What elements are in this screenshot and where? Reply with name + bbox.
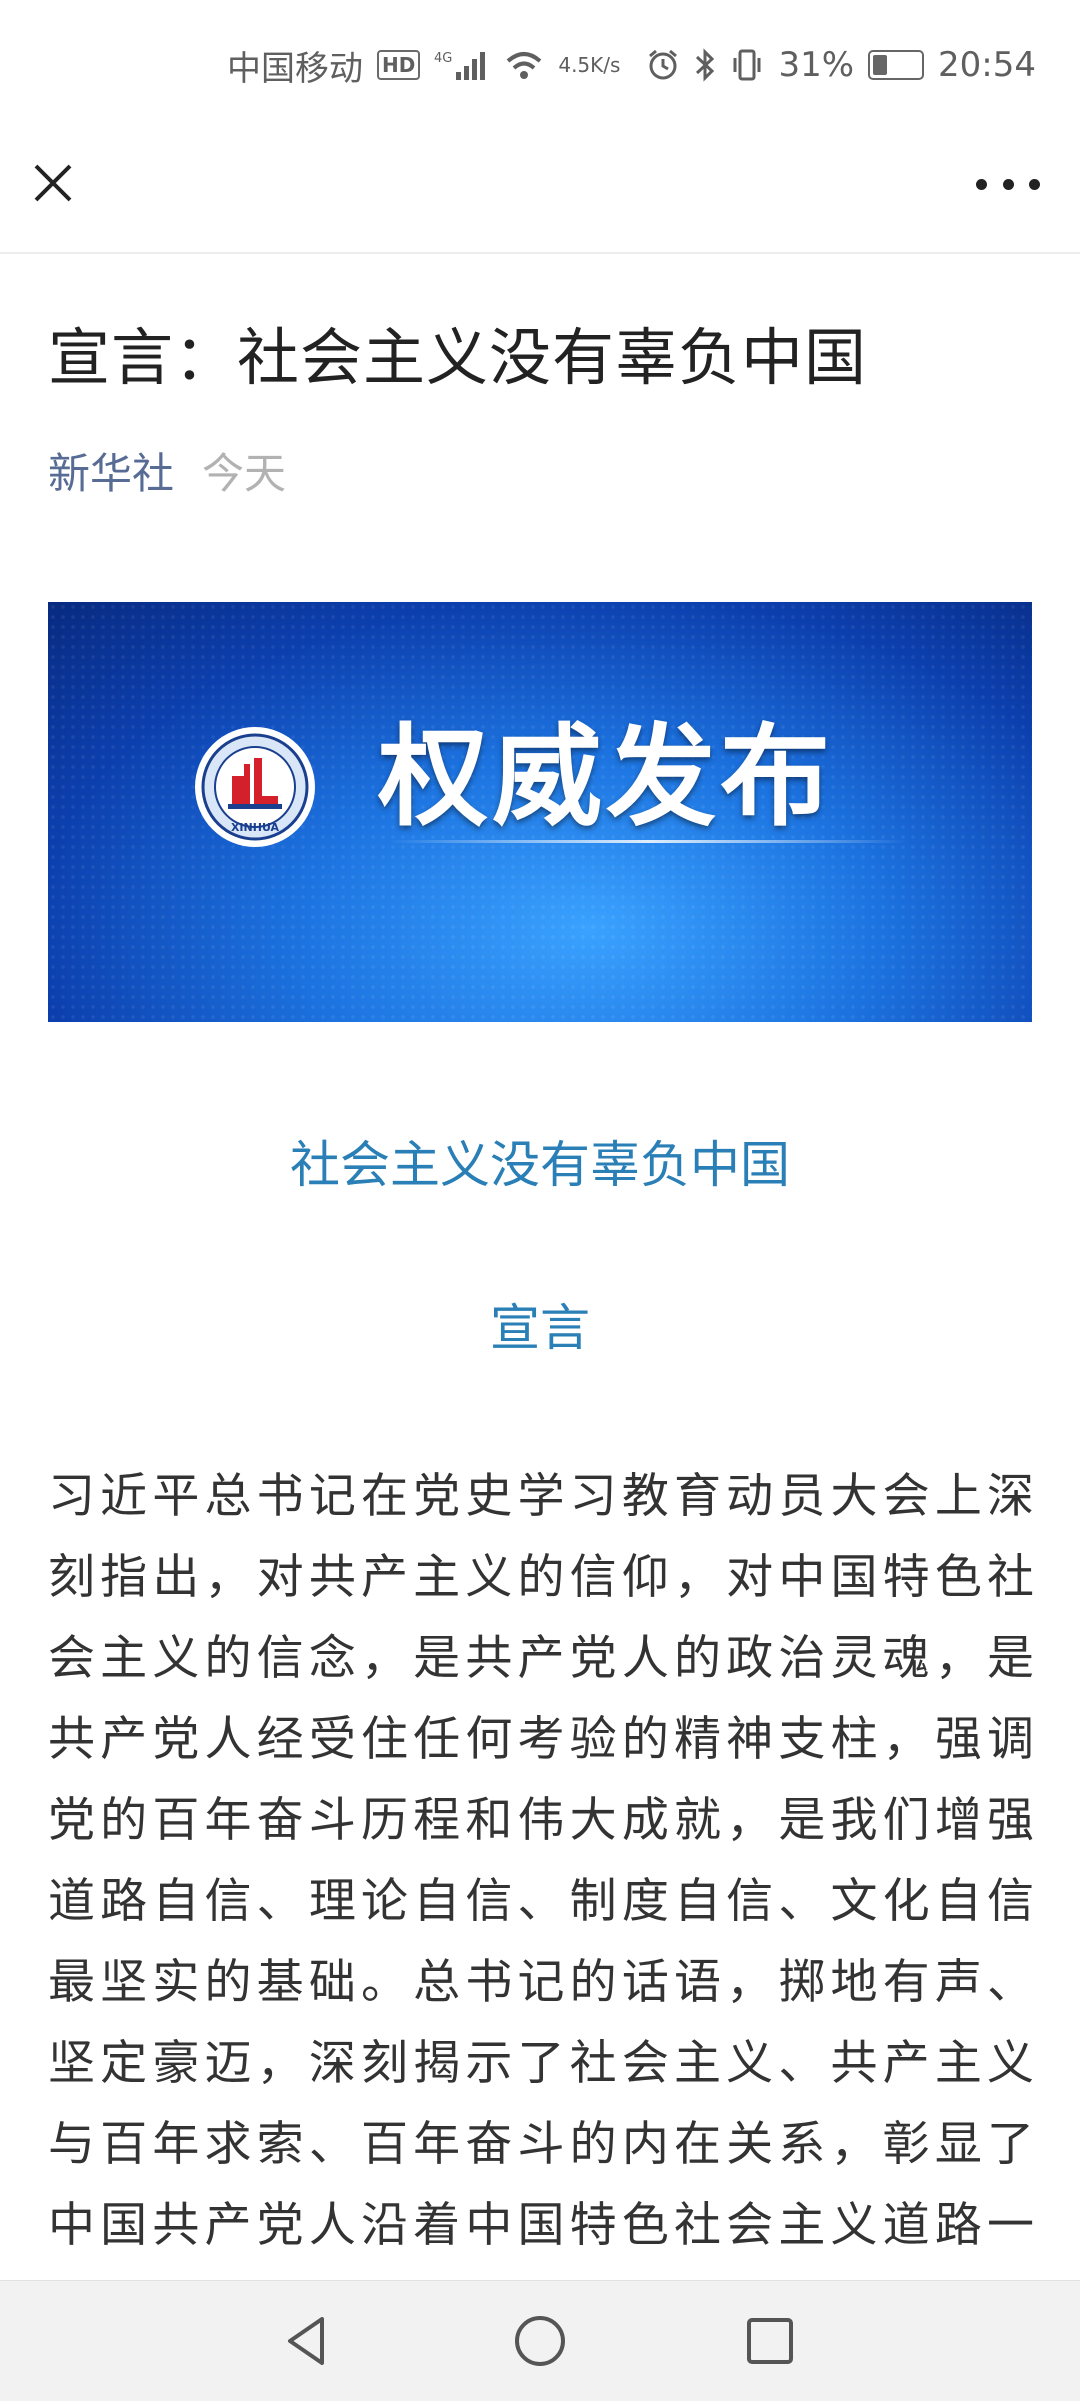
top-nav-bar (0, 130, 1080, 254)
vibrate-icon (730, 48, 764, 82)
article-body: 习近平总书记在党史学习教育动员大会上深刻指出，对共产主义的信仰，对中国特色社会主… (48, 1469, 1038, 2334)
banner-title: 权威发布 (378, 713, 834, 841)
alarm-icon (646, 48, 680, 82)
recents-icon (747, 2318, 793, 2364)
bluetooth-icon (694, 48, 716, 82)
wifi-icon (504, 49, 544, 81)
xinhua-logo: XINHUA (195, 727, 315, 847)
home-button[interactable] (510, 2311, 570, 2371)
hd-badge: HD (377, 50, 421, 80)
article-subtitle: 社会主义没有辜负中国 (290, 1136, 790, 1194)
article-meta: 新华社 今天 (48, 446, 286, 502)
home-icon (515, 2316, 565, 2366)
carrier-name: 中国移动 (227, 48, 363, 89)
source-link[interactable]: 新华社 (48, 449, 174, 498)
back-icon (288, 2317, 324, 2365)
logo-text: XINHUA (231, 821, 280, 834)
status-bar: 中国移动 HD 4G 4.5 K/s 31% 20:54 (0, 0, 1080, 130)
signal-icon: 4G (434, 48, 490, 82)
network-type: 4G (434, 51, 452, 66)
more-icon (976, 178, 987, 190)
clock-time: 20:54 (938, 45, 1036, 85)
system-nav-bar (0, 2280, 1080, 2401)
battery-percent: 31% (778, 45, 855, 85)
more-button[interactable] (976, 162, 1040, 206)
net-speed: 4.5 K/s (558, 53, 621, 77)
publish-date: 今天 (202, 449, 287, 498)
recents-button[interactable] (740, 2311, 800, 2371)
battery-icon (868, 50, 925, 80)
close-button[interactable] (30, 160, 76, 206)
back-button[interactable] (278, 2311, 338, 2371)
article-title: 宣言：社会主义没有辜负中国 (48, 321, 868, 394)
banner-image: XINHUA 权威发布 (48, 602, 1032, 1022)
close-icon (34, 164, 72, 202)
article-subtitle-2: 宣言 (490, 1299, 590, 1357)
